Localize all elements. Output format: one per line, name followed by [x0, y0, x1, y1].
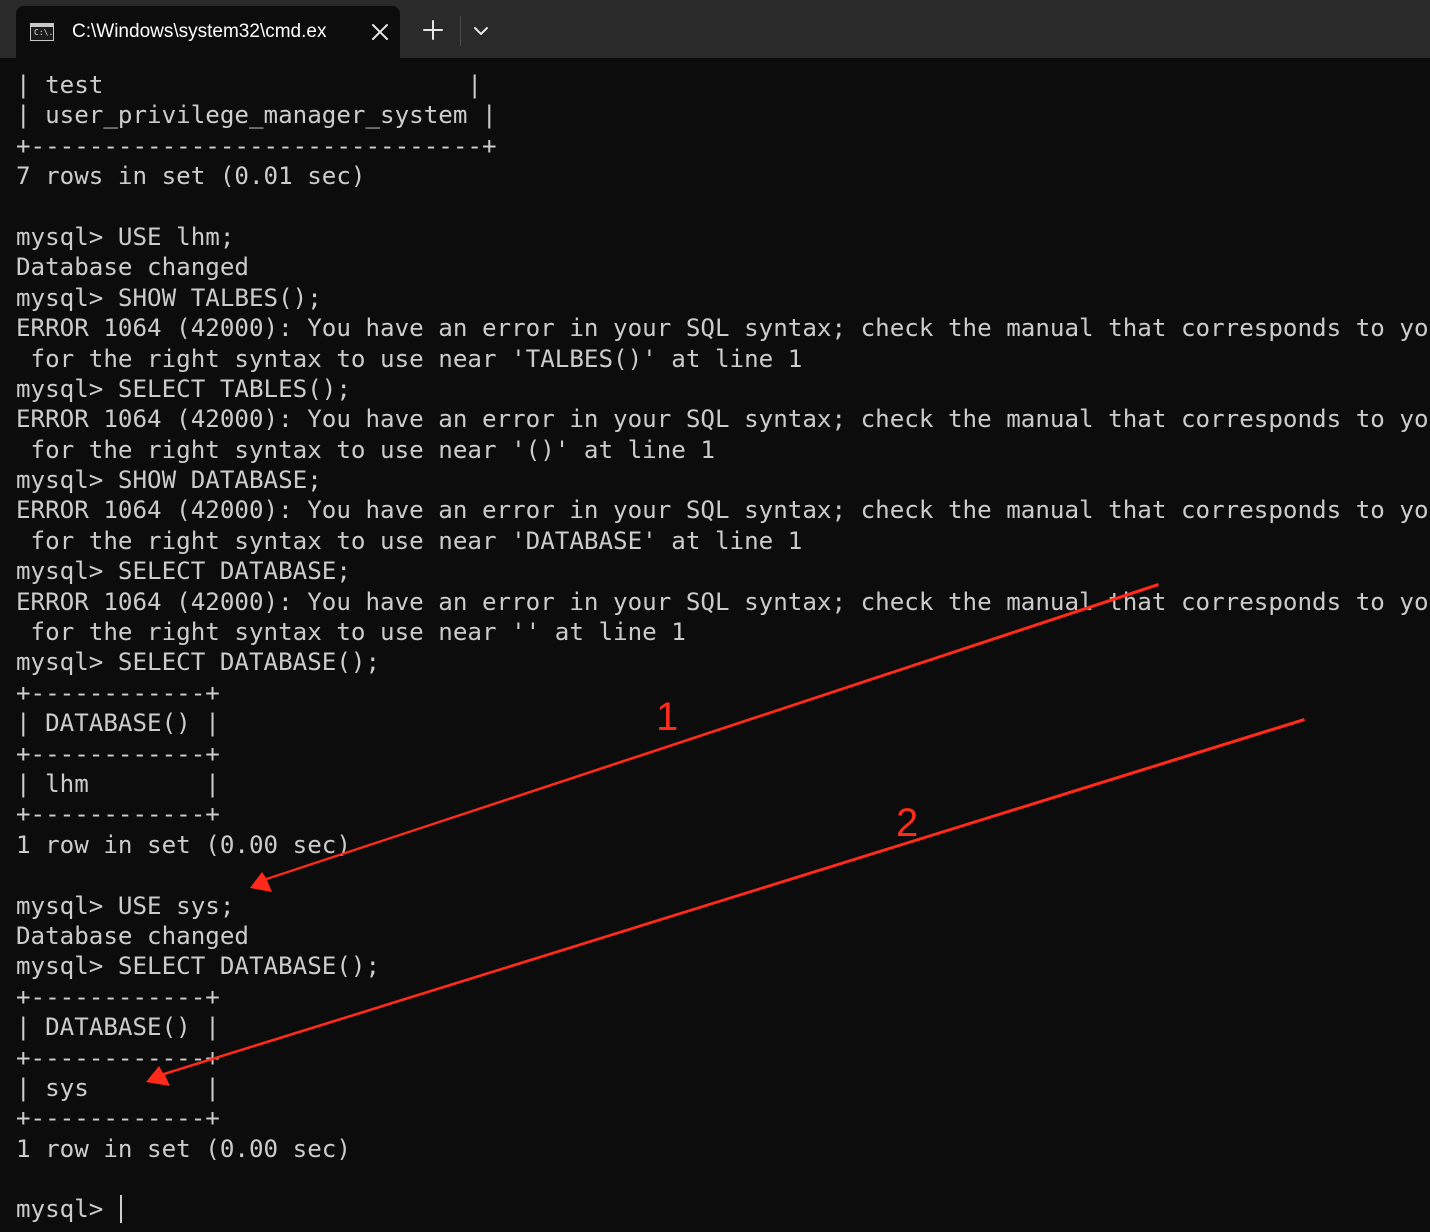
terminal-line: | lhm | [16, 769, 220, 798]
terminal-line: | DATABASE() | [16, 709, 220, 738]
terminal-line: | user_privilege_manager_system | [16, 101, 497, 130]
terminal-line: for the right syntax to use near '()' at… [16, 435, 715, 464]
terminal-line: +------------+ [16, 982, 220, 1011]
terminal-line: Database changed [16, 921, 249, 950]
terminal-line: mysql> USE lhm; [16, 222, 235, 251]
terminal-line: +------------+ [16, 678, 220, 707]
terminal-line: for the right syntax to use near 'TALBES… [16, 344, 803, 373]
terminal-line: for the right syntax to use near '' at l… [16, 618, 686, 647]
terminal-line: 1 row in set (0.00 sec) [16, 1134, 351, 1163]
tab-title: C:\Windows\system32\cmd.ex [72, 21, 327, 42]
terminal-line: ERROR 1064 (42000): You have an error in… [16, 314, 1430, 343]
console-icon: C:\. [30, 23, 54, 41]
console-icon-glyph: C:\. [34, 28, 54, 37]
terminal-line: mysql> USE sys; [16, 891, 235, 920]
terminal-line: for the right syntax to use near 'DATABA… [16, 526, 803, 555]
terminal-prompt-line[interactable]: mysql> [16, 1194, 1430, 1224]
terminal-output[interactable]: | test | | user_privilege_manager_system … [0, 58, 1430, 1232]
terminal-line: mysql> SHOW DATABASE; [16, 466, 322, 495]
terminal-line: +------------+ [16, 800, 220, 829]
close-icon[interactable] [368, 20, 392, 44]
terminal-line: ERROR 1064 (42000): You have an error in… [16, 496, 1430, 525]
title-bar: C:\. C:\Windows\system32\cmd.ex [0, 0, 1430, 58]
tab-separator [460, 16, 461, 46]
text-cursor [119, 1195, 122, 1224]
terminal-line: mysql> SHOW TALBES(); [16, 283, 322, 312]
terminal-line: mysql> SELECT TABLES(); [16, 374, 351, 403]
terminal-line: +-------------------------------+ [16, 131, 497, 160]
terminal-line: Database changed [16, 253, 249, 282]
terminal-line: | DATABASE() | [16, 1013, 220, 1042]
terminal-line: +------------+ [16, 739, 220, 768]
tab-cmd[interactable]: C:\. C:\Windows\system32\cmd.ex [16, 6, 400, 58]
terminal-line: 1 row in set (0.00 sec) [16, 830, 351, 859]
terminal-line: | sys | [16, 1073, 220, 1102]
chevron-down-icon[interactable] [470, 20, 492, 42]
terminal-line: | test | [16, 71, 482, 99]
plus-icon[interactable] [420, 17, 446, 43]
terminal-line: mysql> SELECT DATABASE(); [16, 952, 381, 981]
terminal-line: +------------+ [16, 1043, 220, 1072]
terminal-line: +------------+ [16, 1104, 220, 1133]
terminal-line: mysql> SELECT DATABASE; [16, 557, 351, 586]
terminal-prompt: mysql> [16, 1195, 118, 1224]
terminal-line: 7 rows in set (0.01 sec) [16, 162, 366, 191]
terminal-lines: | test | | user_privilege_manager_system … [16, 70, 1430, 1225]
terminal-line: ERROR 1064 (42000): You have an error in… [16, 405, 1430, 434]
terminal-line: ERROR 1064 (42000): You have an error in… [16, 587, 1430, 616]
terminal-line: mysql> SELECT DATABASE(); [16, 648, 381, 677]
